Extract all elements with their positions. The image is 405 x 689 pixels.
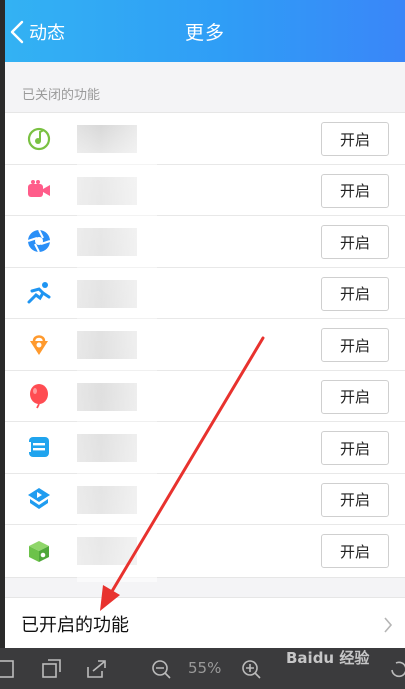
feature-row-1: 开启	[5, 113, 405, 165]
feature-name-redacted	[77, 228, 137, 256]
music-note-icon	[25, 124, 53, 152]
feature-row-3: 开启	[5, 216, 405, 268]
runner-icon	[25, 279, 53, 307]
document-icon	[25, 433, 53, 461]
feature-name-redacted	[77, 125, 137, 153]
feature-row-7: 开启	[5, 422, 405, 474]
feature-row-8: 开启	[5, 474, 405, 525]
zoom-out-icon[interactable]	[150, 658, 172, 680]
enable-button[interactable]: 开启	[321, 173, 389, 208]
zoom-level: 55%	[188, 659, 222, 677]
video-camera-icon	[25, 176, 53, 204]
enabled-features-row[interactable]: 已开启的功能	[5, 596, 405, 648]
save-icon[interactable]	[0, 658, 16, 680]
crop-icon[interactable]	[40, 658, 62, 680]
page-title: 更多	[184, 22, 225, 44]
baidu-watermark: Baidu 经验	[286, 649, 370, 667]
enable-button[interactable]: 开启	[321, 122, 389, 156]
top-nav-bar: 动态 更多	[5, 0, 405, 62]
feature-name-redacted	[77, 176, 137, 205]
share-icon[interactable]	[85, 658, 107, 680]
feature-name-redacted	[77, 331, 137, 359]
closed-features-list: 开启 开启 开启 开启 开启 开启 开启 开启 开启	[5, 112, 405, 577]
section-gap	[5, 576, 405, 597]
enable-button[interactable]: 开启	[321, 482, 389, 517]
phone-screen: 动态 更多 已关闭的功能 开启 开启 开启 开启 开启 开启 开启 开启 开启 …	[5, 0, 405, 648]
feature-name-redacted	[77, 485, 137, 514]
feature-name-redacted	[77, 434, 137, 462]
zoom-in-icon[interactable]	[240, 658, 262, 680]
feature-row-2: 开启	[5, 165, 405, 216]
balloon-icon	[25, 382, 53, 410]
rotate-icon[interactable]	[388, 658, 405, 680]
feature-row-4: 开启	[5, 268, 405, 319]
enable-button[interactable]: 开启	[321, 328, 389, 362]
gift-box-icon	[25, 537, 53, 565]
closed-features-label: 已关闭的功能	[22, 88, 101, 103]
play-course-icon	[25, 485, 53, 513]
enable-button[interactable]: 开启	[321, 534, 389, 568]
enable-button[interactable]: 开启	[321, 379, 389, 414]
feature-name-redacted	[77, 279, 137, 308]
aperture-icon	[25, 227, 53, 255]
feature-row-6: 开启	[5, 371, 405, 422]
feature-name-redacted	[77, 537, 137, 565]
enable-button[interactable]: 开启	[321, 431, 389, 465]
shopping-bag-icon	[25, 330, 53, 358]
enable-button[interactable]: 开启	[321, 225, 389, 259]
chevron-right-icon	[384, 616, 393, 633]
feature-name-redacted	[77, 382, 137, 411]
feature-row-9: 开启	[5, 525, 405, 577]
enable-button[interactable]: 开启	[321, 276, 389, 311]
enabled-features-label: 已开启的功能	[21, 615, 129, 636]
feature-row-5: 开启	[5, 319, 405, 371]
